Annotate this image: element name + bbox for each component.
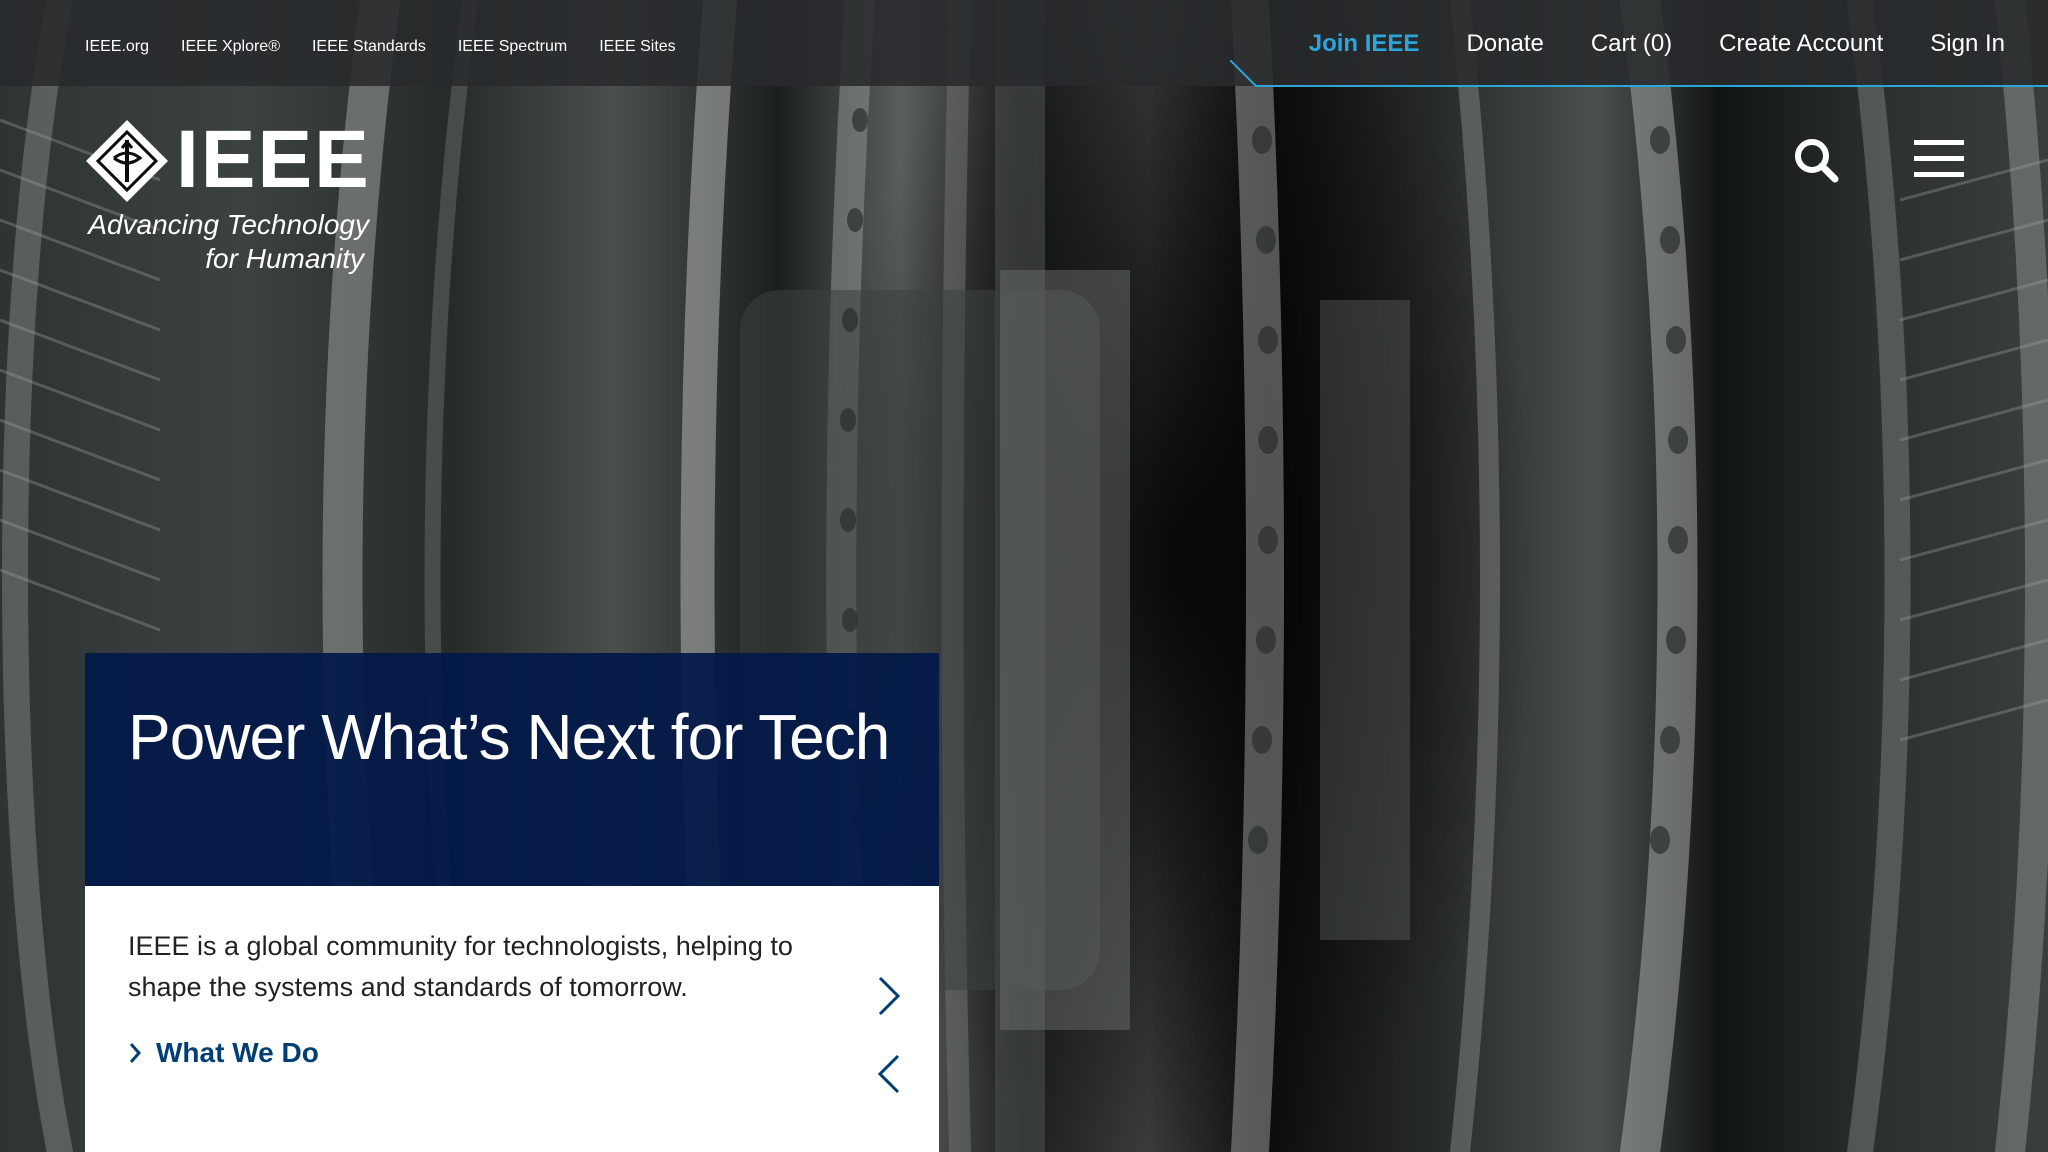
accent-line (1230, 60, 2048, 87)
account-links: Join IEEE Donate Cart (0) Create Account… (1309, 28, 2005, 60)
cart-link[interactable]: Cart (0) (1591, 28, 1672, 60)
link-ieee-org[interactable]: IEEE.org (85, 37, 149, 57)
what-we-do-label: What We Do (156, 1037, 319, 1068)
carousel-prev-icon[interactable] (874, 1052, 904, 1096)
what-we-do-link[interactable]: What We Do (128, 1036, 319, 1070)
link-ieee-xplore[interactable]: IEEE Xplore® (181, 37, 280, 57)
logo-tagline-line1: Advancing Technology (88, 209, 369, 240)
link-ieee-standards[interactable]: IEEE Standards (312, 37, 426, 57)
search-icon[interactable] (1792, 136, 1842, 186)
logo-wordmark: IEEE (176, 114, 371, 205)
donate-link[interactable]: Donate (1466, 28, 1543, 60)
hero-title: Power What’s Next for Tech (128, 701, 890, 773)
sign-in-link[interactable]: Sign In (1930, 28, 2005, 60)
site-links: IEEE.org IEEE Xplore® IEEE Standards IEE… (85, 37, 676, 57)
hero-description: IEEE is a global community for technolog… (128, 931, 793, 1002)
ieee-diamond-icon (86, 120, 168, 202)
hero-card-title-panel: Power What’s Next for Tech (85, 653, 939, 886)
logo-tagline-line2: for Humanity (205, 243, 364, 274)
hero-card-body: IEEE is a global community for technolog… (85, 886, 939, 1152)
join-ieee-link[interactable]: Join IEEE (1309, 28, 1420, 60)
hamburger-menu-icon[interactable] (1914, 138, 1964, 180)
link-ieee-sites[interactable]: IEEE Sites (599, 37, 675, 57)
link-ieee-spectrum[interactable]: IEEE Spectrum (458, 37, 567, 57)
carousel-next-icon[interactable] (874, 974, 904, 1018)
create-account-link[interactable]: Create Account (1719, 28, 1883, 60)
ieee-logo[interactable]: IEEE Advancing Technology for Humanity (84, 118, 384, 278)
chevron-right-icon (129, 1043, 142, 1063)
